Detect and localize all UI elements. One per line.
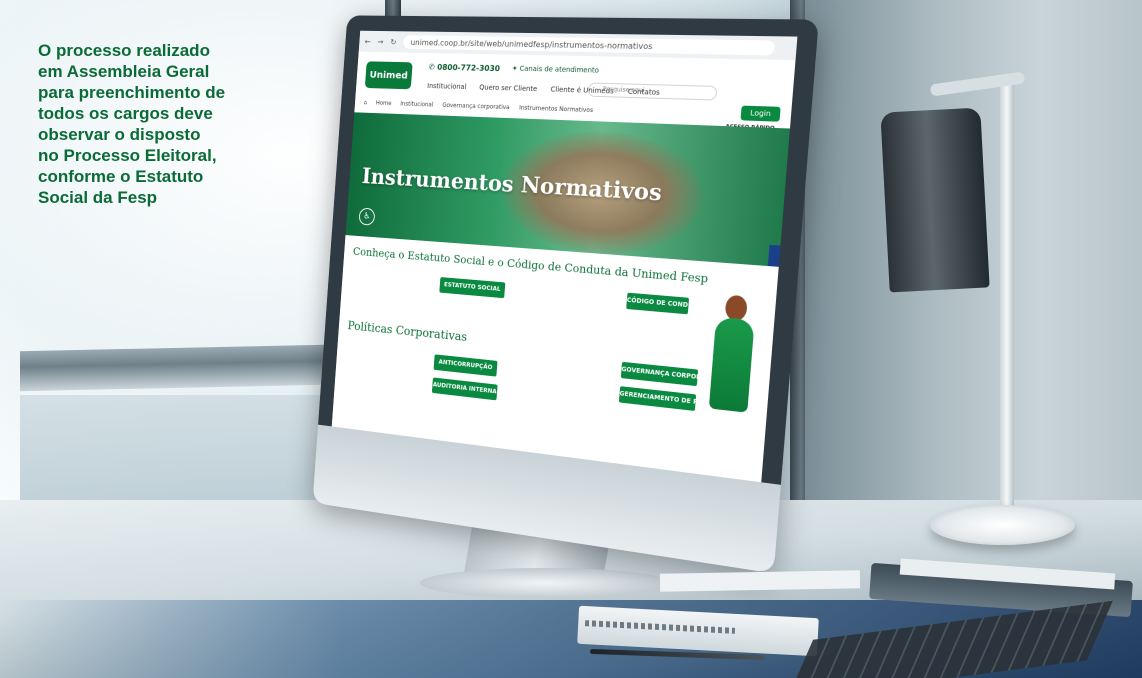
headline-line: O processo realizado — [38, 41, 210, 60]
nav-item-quero-ser-cliente[interactable]: Quero ser Cliente — [479, 84, 537, 94]
headline-line: para preenchimento de — [38, 83, 226, 102]
monitor: ← → ↻ unimed.coop.br/site/web/unimedfesp… — [312, 15, 819, 574]
attendant-illustration — [705, 294, 761, 414]
phone-number[interactable]: ✆ 0800-772-3030 — [428, 63, 500, 73]
paper-sheet — [659, 570, 861, 592]
window-ledge — [20, 344, 325, 392]
accessibility-icon[interactable]: ♿ — [358, 207, 376, 226]
governanca-corporativa-button[interactable]: GOVERNANÇA CORPORATIVA — [620, 361, 722, 387]
lamp-shade — [880, 107, 990, 293]
accessibility-tabs[interactable] — [766, 244, 781, 267]
section-title-politicas: Políticas Corporativas — [347, 318, 468, 344]
canais-text: Canais de atendimento — [519, 64, 600, 75]
nav-item-institucional[interactable]: Institucional — [427, 82, 467, 91]
home-icon[interactable]: ⌂ — [363, 99, 367, 106]
office-scene: O processo realizado em Assembleia Geral… — [0, 0, 1142, 678]
forward-icon[interactable]: → — [377, 37, 384, 46]
breadcrumb-item[interactable]: Institucional — [400, 101, 433, 109]
logo-text: Unimed — [369, 69, 409, 82]
monitor-base — [420, 568, 670, 598]
unimed-logo[interactable]: Unimed — [364, 61, 413, 90]
headline-line: observar o disposto — [38, 125, 201, 144]
search-input[interactable]: Pesquise aqui — [587, 82, 718, 101]
codigo-de-conduta-button[interactable]: CÓDIGO DE CONDUTA — [626, 292, 702, 315]
search-placeholder: Pesquise aqui — [602, 85, 645, 95]
gerenciamento-de-riscos-button[interactable]: GERENCIAMENTO DE RISCOS — [618, 386, 720, 412]
anticorrupcao-button[interactable]: ANTICORRUPÇÃO — [433, 354, 498, 377]
breadcrumb-item: Instrumentos Normativos — [518, 104, 594, 115]
breadcrumb: ⌂ Home Institucional Governança corporat… — [363, 99, 593, 114]
headline-line: todos os cargos deve — [38, 104, 213, 123]
headline-line: no Processo Eleitoral, — [38, 146, 217, 165]
breadcrumb-item[interactable]: Governança corporativa — [442, 102, 510, 111]
reload-icon[interactable]: ↻ — [390, 37, 397, 46]
headline-line: conforme o Estatuto — [38, 167, 204, 186]
address-bar[interactable]: unimed.coop.br/site/web/unimedfesp/instr… — [403, 35, 776, 56]
breadcrumb-item[interactable]: Home — [376, 100, 392, 107]
url-text: unimed.coop.br/site/web/unimedfesp/instr… — [410, 37, 653, 51]
attendant-body — [708, 316, 755, 413]
headline-line: em Assembleia Geral — [38, 62, 210, 81]
headline-text: O processo realizado em Assembleia Geral… — [38, 40, 298, 208]
login-label: Login — [749, 109, 772, 119]
headline-line: Social da Fesp — [38, 188, 158, 207]
estatuto-social-button[interactable]: ESTATUTO SOCIAL — [439, 277, 506, 299]
screen: ← → ↻ unimed.coop.br/site/web/unimedfesp… — [331, 30, 798, 483]
canais-link[interactable]: ✦ Canais de atendimento — [512, 65, 600, 75]
login-button[interactable]: Login — [740, 105, 781, 122]
back-icon[interactable]: ← — [364, 37, 370, 46]
lamp-arm — [1000, 75, 1014, 515]
lamp-base — [930, 505, 1075, 545]
phone-text: 0800-772-3030 — [436, 62, 501, 74]
auditoria-interna-button[interactable]: AUDITORIA INTERNA — [431, 377, 498, 401]
